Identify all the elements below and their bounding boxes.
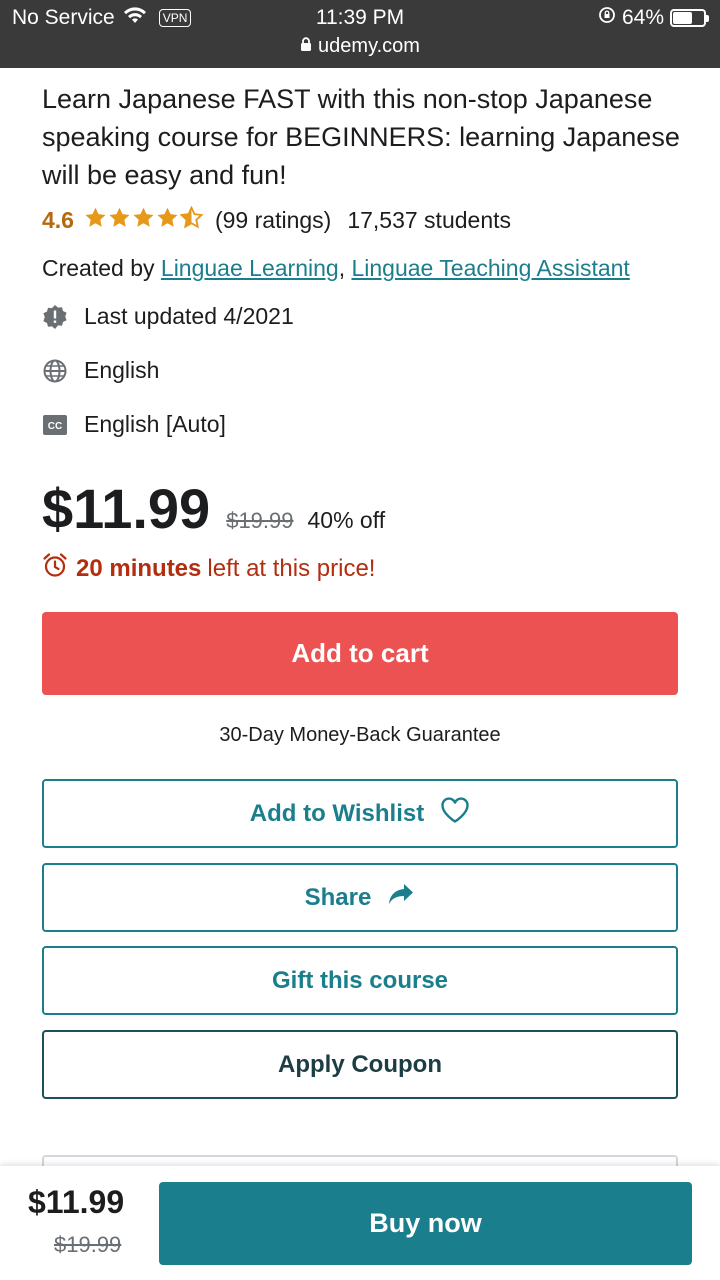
gift-course-button[interactable]: Gift this course bbox=[42, 946, 678, 1015]
students-count: 17,537 students bbox=[347, 207, 511, 233]
add-to-wishlist-button[interactable]: Add to Wishlist bbox=[42, 779, 678, 848]
last-updated-row: Last updated 4/2021 bbox=[42, 303, 294, 330]
url-text: udemy.com bbox=[318, 35, 420, 57]
apply-coupon-button[interactable]: Apply Coupon bbox=[42, 1030, 678, 1099]
course-subtitle: Learn Japanese FAST with this non-stop J… bbox=[42, 84, 680, 190]
alert-badge-icon bbox=[42, 304, 68, 330]
captions-row: CC English [Auto] bbox=[42, 411, 226, 438]
status-bar: No Service VPN 11:39 PM 64% udemy.com bbox=[0, 0, 720, 68]
status-right: 64% bbox=[598, 6, 709, 30]
star-icon bbox=[84, 206, 107, 235]
address-bar[interactable]: udemy.com bbox=[0, 35, 720, 58]
bottom-purchase-bar: $11.99 $19.99 Buy now bbox=[0, 1166, 720, 1280]
share-label: Share bbox=[304, 883, 372, 911]
created-by: Created by Linguae Learning, Linguae Tea… bbox=[42, 255, 630, 281]
orientation-lock-icon bbox=[598, 6, 616, 30]
star-icon bbox=[132, 206, 155, 235]
share-button[interactable]: Share bbox=[42, 863, 678, 932]
lock-icon bbox=[300, 35, 312, 58]
current-price: $11.99 bbox=[42, 477, 211, 540]
author-link[interactable]: Linguae Teaching Assistant bbox=[351, 255, 629, 281]
bottom-original-price: $19.99 bbox=[54, 1232, 122, 1257]
money-back-guarantee: 30-Day Money-Back Guarantee bbox=[219, 724, 501, 746]
alarm-clock-icon bbox=[42, 552, 68, 585]
battery-percent: 64% bbox=[621, 6, 664, 29]
price-timer: 20 minutes left at this price! bbox=[42, 552, 375, 585]
captions-text: English [Auto] bbox=[84, 411, 226, 437]
language-row: English bbox=[42, 357, 159, 384]
star-icon bbox=[156, 206, 179, 235]
original-price: $19.99 bbox=[226, 508, 294, 533]
created-by-label: Created by bbox=[42, 255, 155, 281]
buy-now-button[interactable]: Buy now bbox=[159, 1182, 692, 1265]
author-link[interactable]: Linguae Learning bbox=[161, 255, 339, 281]
ratings-count-link[interactable]: (99 ratings) bbox=[215, 207, 331, 234]
rating-value: 4.6 bbox=[42, 207, 74, 233]
bottom-current-price: $11.99 bbox=[28, 1184, 125, 1220]
star-rating bbox=[84, 205, 204, 235]
last-updated-text: Last updated 4/2021 bbox=[84, 303, 294, 329]
add-to-cart-button[interactable]: Add to cart bbox=[42, 612, 678, 695]
svg-text:CC: CC bbox=[48, 421, 62, 432]
timer-text: left at this price! bbox=[207, 554, 376, 582]
language-text: English bbox=[84, 357, 160, 383]
heart-icon bbox=[440, 796, 470, 831]
discount-label: 40% off bbox=[307, 507, 386, 533]
battery-icon bbox=[670, 9, 709, 27]
globe-icon bbox=[42, 358, 68, 384]
rating-row: 4.6 (99 ratings) 17,537 students bbox=[42, 205, 511, 235]
price-row: $11.99 $19.99 40% off bbox=[42, 476, 385, 541]
closed-captions-icon: CC bbox=[42, 412, 68, 438]
share-arrow-icon bbox=[387, 882, 415, 913]
star-icon bbox=[179, 205, 204, 235]
star-icon bbox=[108, 206, 131, 235]
wishlist-label: Add to Wishlist bbox=[249, 799, 425, 827]
gift-label: Gift this course bbox=[271, 966, 449, 994]
timer-minutes: 20 minutes bbox=[76, 554, 202, 582]
coupon-label: Apply Coupon bbox=[278, 1050, 442, 1078]
